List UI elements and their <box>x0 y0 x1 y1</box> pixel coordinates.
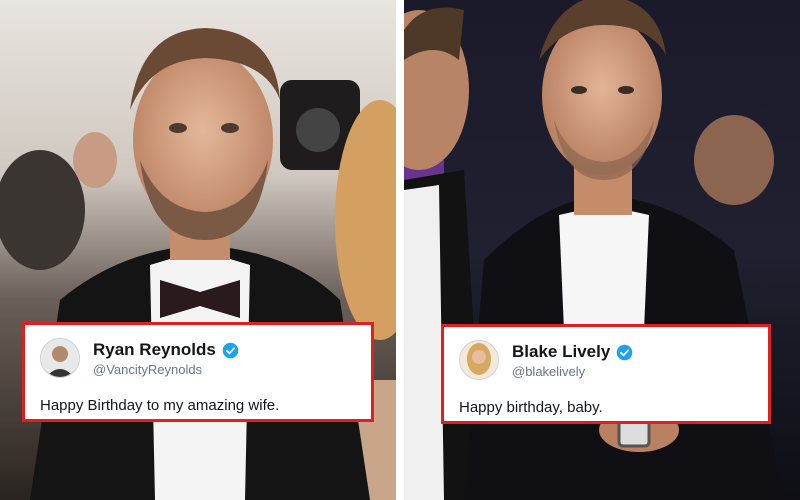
tweet-author-handle[interactable]: @VancityReynolds <box>93 362 202 377</box>
right-photo-panel <box>404 0 800 500</box>
avatar[interactable] <box>40 338 80 378</box>
author-name-text[interactable]: Blake Lively <box>512 342 610 362</box>
left-photo <box>0 0 396 500</box>
tweet-card-blake[interactable]: Blake Lively @blakelively Happy birthday… <box>441 324 771 424</box>
author-name-text[interactable]: Ryan Reynolds <box>93 340 216 360</box>
avatar[interactable] <box>459 340 499 380</box>
verified-badge-icon <box>222 342 239 358</box>
tweet-text: Happy Birthday to my amazing wife. <box>40 397 280 414</box>
tweet-text: Happy birthday, baby. <box>459 399 603 416</box>
meme-collage: Ryan Reynolds @VancityReynolds Happy Bir… <box>0 0 800 500</box>
tweet-author-handle[interactable]: @blakelively <box>512 364 585 379</box>
right-photo <box>404 0 800 500</box>
avatar-photo <box>460 341 498 379</box>
tweet-author-name[interactable]: Ryan Reynolds <box>93 340 239 360</box>
tweet-author-name[interactable]: Blake Lively <box>512 342 633 362</box>
verified-badge-icon <box>616 344 633 360</box>
left-photo-panel <box>0 0 396 500</box>
tweet-card-ryan[interactable]: Ryan Reynolds @VancityReynolds Happy Bir… <box>22 322 374 422</box>
panel-divider <box>396 0 404 500</box>
avatar-photo <box>41 339 79 377</box>
